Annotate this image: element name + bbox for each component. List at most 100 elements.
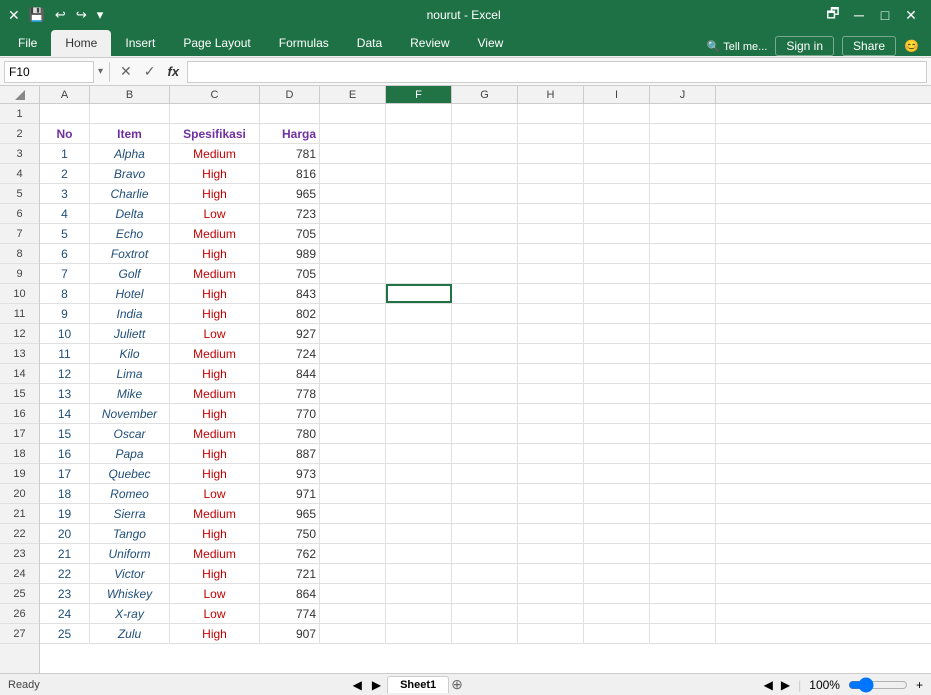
cell-G25[interactable] bbox=[452, 584, 518, 603]
cell-C24[interactable]: High bbox=[170, 564, 260, 583]
cell-D11[interactable]: 802 bbox=[260, 304, 320, 323]
col-header-i[interactable]: I bbox=[584, 86, 650, 103]
cell-B14[interactable]: Lima bbox=[90, 364, 170, 383]
cell-E20[interactable] bbox=[320, 484, 386, 503]
cell-B9[interactable]: Golf bbox=[90, 264, 170, 283]
cell-E22[interactable] bbox=[320, 524, 386, 543]
cell-E19[interactable] bbox=[320, 464, 386, 483]
cell-E6[interactable] bbox=[320, 204, 386, 223]
cell-I10[interactable] bbox=[584, 284, 650, 303]
cell-A19[interactable]: 17 bbox=[40, 464, 90, 483]
cell-A25[interactable]: 23 bbox=[40, 584, 90, 603]
tab-file[interactable]: File bbox=[4, 30, 51, 56]
cell-G13[interactable] bbox=[452, 344, 518, 363]
cell-H10[interactable] bbox=[518, 284, 584, 303]
cell-B2[interactable]: Item bbox=[90, 124, 170, 143]
cell-C16[interactable]: High bbox=[170, 404, 260, 423]
cell-J12[interactable] bbox=[650, 324, 716, 343]
prev-sheet-button[interactable]: ◀ bbox=[349, 678, 366, 692]
cell-J25[interactable] bbox=[650, 584, 716, 603]
cell-G10[interactable] bbox=[452, 284, 518, 303]
cell-G16[interactable] bbox=[452, 404, 518, 423]
cell-F3[interactable] bbox=[386, 144, 452, 163]
cell-E12[interactable] bbox=[320, 324, 386, 343]
cell-J14[interactable] bbox=[650, 364, 716, 383]
scroll-left-icon[interactable]: ◀ bbox=[764, 678, 773, 692]
cell-G19[interactable] bbox=[452, 464, 518, 483]
cell-B19[interactable]: Quebec bbox=[90, 464, 170, 483]
cell-D6[interactable]: 723 bbox=[260, 204, 320, 223]
cell-G26[interactable] bbox=[452, 604, 518, 623]
cell-G3[interactable] bbox=[452, 144, 518, 163]
cell-F4[interactable] bbox=[386, 164, 452, 183]
cell-E15[interactable] bbox=[320, 384, 386, 403]
cell-H6[interactable] bbox=[518, 204, 584, 223]
cell-D20[interactable]: 971 bbox=[260, 484, 320, 503]
cell-F22[interactable] bbox=[386, 524, 452, 543]
cell-E3[interactable] bbox=[320, 144, 386, 163]
cell-J20[interactable] bbox=[650, 484, 716, 503]
cell-F1[interactable] bbox=[386, 104, 452, 123]
cell-A5[interactable]: 3 bbox=[40, 184, 90, 203]
cell-A1[interactable] bbox=[40, 104, 90, 123]
cell-B12[interactable]: Juliett bbox=[90, 324, 170, 343]
tab-insert[interactable]: Insert bbox=[111, 30, 169, 56]
cell-A7[interactable]: 5 bbox=[40, 224, 90, 243]
cell-H8[interactable] bbox=[518, 244, 584, 263]
cell-E7[interactable] bbox=[320, 224, 386, 243]
cell-E21[interactable] bbox=[320, 504, 386, 523]
cell-B20[interactable]: Romeo bbox=[90, 484, 170, 503]
cell-J3[interactable] bbox=[650, 144, 716, 163]
tab-view[interactable]: View bbox=[464, 30, 518, 56]
cell-I2[interactable] bbox=[584, 124, 650, 143]
cell-E24[interactable] bbox=[320, 564, 386, 583]
cell-H24[interactable] bbox=[518, 564, 584, 583]
cell-H18[interactable] bbox=[518, 444, 584, 463]
cell-F15[interactable] bbox=[386, 384, 452, 403]
col-header-h[interactable]: H bbox=[518, 86, 584, 103]
row-num-12[interactable]: 12 bbox=[0, 324, 39, 344]
row-num-21[interactable]: 21 bbox=[0, 504, 39, 524]
cell-I21[interactable] bbox=[584, 504, 650, 523]
cell-D3[interactable]: 781 bbox=[260, 144, 320, 163]
cell-H3[interactable] bbox=[518, 144, 584, 163]
cell-F23[interactable] bbox=[386, 544, 452, 563]
cell-B7[interactable]: Echo bbox=[90, 224, 170, 243]
cell-H12[interactable] bbox=[518, 324, 584, 343]
cell-E1[interactable] bbox=[320, 104, 386, 123]
cell-C6[interactable]: Low bbox=[170, 204, 260, 223]
cell-H19[interactable] bbox=[518, 464, 584, 483]
cell-F21[interactable] bbox=[386, 504, 452, 523]
cell-F9[interactable] bbox=[386, 264, 452, 283]
cell-I11[interactable] bbox=[584, 304, 650, 323]
cell-C27[interactable]: High bbox=[170, 624, 260, 643]
cell-A12[interactable]: 10 bbox=[40, 324, 90, 343]
row-num-19[interactable]: 19 bbox=[0, 464, 39, 484]
cell-F26[interactable] bbox=[386, 604, 452, 623]
cell-J22[interactable] bbox=[650, 524, 716, 543]
cell-B18[interactable]: Papa bbox=[90, 444, 170, 463]
cell-G20[interactable] bbox=[452, 484, 518, 503]
cell-C5[interactable]: High bbox=[170, 184, 260, 203]
customize-button[interactable]: ▾ bbox=[94, 5, 107, 25]
cell-H23[interactable] bbox=[518, 544, 584, 563]
row-num-15[interactable]: 15 bbox=[0, 384, 39, 404]
cell-I26[interactable] bbox=[584, 604, 650, 623]
cell-H26[interactable] bbox=[518, 604, 584, 623]
cell-B21[interactable]: Sierra bbox=[90, 504, 170, 523]
confirm-formula-button[interactable]: ✓ bbox=[140, 63, 160, 80]
cell-I18[interactable] bbox=[584, 444, 650, 463]
cell-E27[interactable] bbox=[320, 624, 386, 643]
cell-C13[interactable]: Medium bbox=[170, 344, 260, 363]
cell-H16[interactable] bbox=[518, 404, 584, 423]
cell-J21[interactable] bbox=[650, 504, 716, 523]
cell-G5[interactable] bbox=[452, 184, 518, 203]
scroll-right-icon[interactable]: ▶ bbox=[781, 678, 790, 692]
cell-H15[interactable] bbox=[518, 384, 584, 403]
cell-H9[interactable] bbox=[518, 264, 584, 283]
cell-D17[interactable]: 780 bbox=[260, 424, 320, 443]
cell-A20[interactable]: 18 bbox=[40, 484, 90, 503]
undo-button[interactable]: ↩ bbox=[52, 5, 69, 25]
cell-E14[interactable] bbox=[320, 364, 386, 383]
cell-C20[interactable]: Low bbox=[170, 484, 260, 503]
